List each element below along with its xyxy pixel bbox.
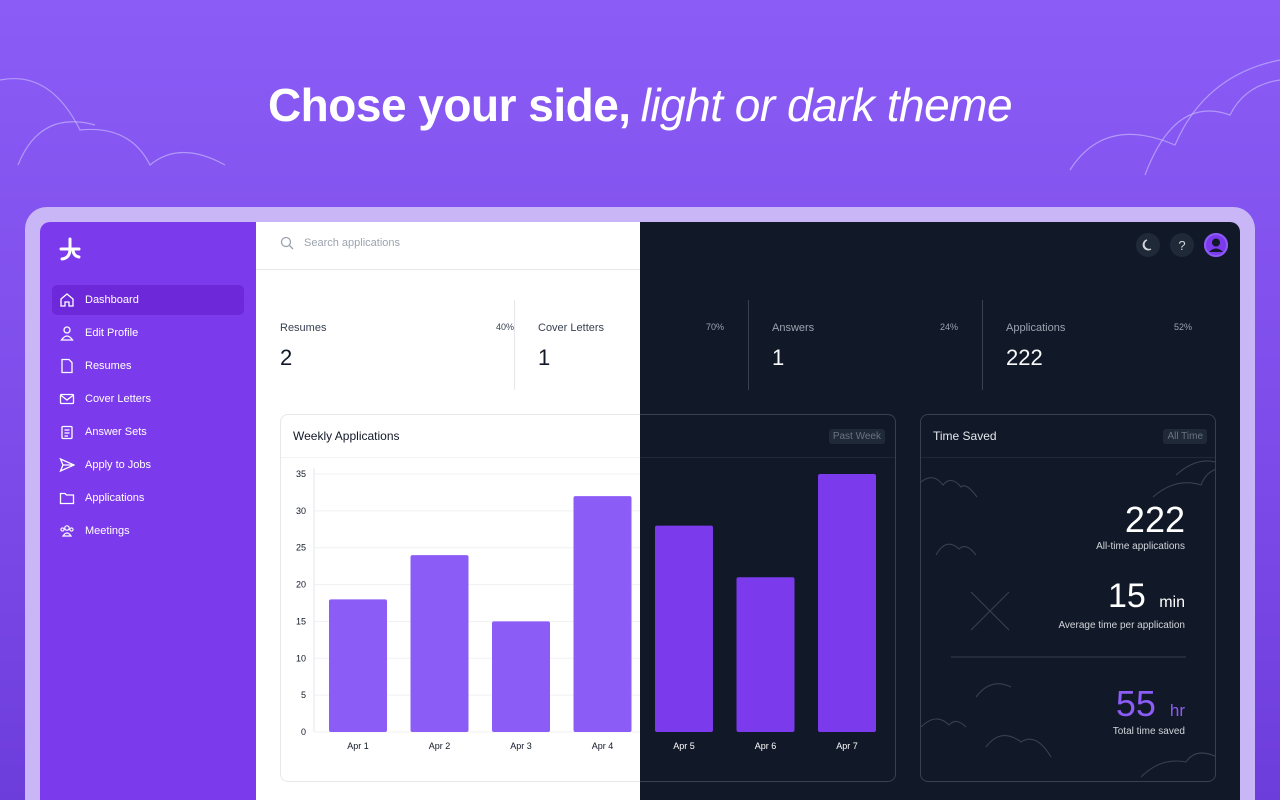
document-icon	[58, 357, 76, 375]
moon-icon	[1142, 239, 1152, 251]
y-tick-label: 30	[296, 506, 306, 516]
y-tick-label: 20	[296, 580, 306, 590]
card-title: Weekly Applications	[293, 429, 400, 443]
user-icon	[58, 324, 76, 342]
sidebar-item-label: Applications	[85, 492, 145, 504]
search-bar[interactable]: Search applications	[280, 236, 400, 250]
stat-percent: 24%	[939, 322, 958, 332]
total-time-display: 55 hr	[1116, 683, 1185, 725]
stat-label: Applications	[1006, 322, 1066, 334]
cloud-decoration-left	[0, 78, 226, 166]
stat-card-applications: Applications 52% 222	[982, 300, 1216, 390]
stat-label: Cover Letters	[538, 322, 605, 334]
sidebar-item-answer-sets[interactable]: Answer Sets	[52, 417, 244, 447]
sidebar-item-apply-to-jobs[interactable]: Apply to Jobs	[52, 450, 244, 480]
x-tick-label: Apr 3	[510, 741, 532, 751]
mail-icon	[58, 390, 76, 408]
sidebar-item-edit-profile[interactable]: Edit Profile	[52, 318, 244, 348]
range-badge[interactable]: Past Week	[828, 429, 885, 444]
stat-percent: 52%	[1173, 322, 1192, 332]
headline-italic: light or dark theme	[640, 79, 1013, 131]
y-tick-label: 15	[296, 616, 306, 626]
help-button[interactable]: ?	[1170, 233, 1194, 257]
sidebar-item-dashboard[interactable]: Dashboard	[52, 285, 244, 315]
time-saved-card: Time Saved All Time 222 All-time applica…	[920, 414, 1216, 782]
search-input[interactable]: Search applications	[304, 237, 400, 249]
y-tick-label: 0	[301, 727, 306, 737]
average-time-label: Average time per application	[1058, 620, 1185, 631]
search-icon	[280, 236, 294, 250]
user-avatar-icon	[1204, 233, 1228, 257]
x-tick-label: Apr 7	[836, 741, 858, 751]
main-content: Search applications Resumes 40% 2 Cover …	[256, 222, 1240, 800]
app-logo-icon	[59, 237, 81, 261]
stat-value: 1	[538, 345, 551, 370]
sidebar-item-label: Meetings	[85, 525, 130, 537]
all-time-applications-label: All-time applications	[1096, 541, 1185, 552]
stat-card-answers: Answers 24% 1	[748, 300, 982, 390]
stat-value: 1	[772, 345, 785, 370]
avatar[interactable]	[1204, 233, 1228, 257]
y-tick-label: 10	[296, 653, 306, 663]
sidebar-item-cover-letters[interactable]: Cover Letters	[52, 384, 244, 414]
card-title: Time Saved	[933, 429, 997, 443]
average-time-value: 15	[1107, 577, 1146, 615]
total-time-unit: hr	[1169, 701, 1185, 720]
sidebar-item-meetings[interactable]: Meetings	[52, 516, 244, 546]
weekly-applications-chart: 0 5 10 15 20 25 30 35 Apr 1 Apr 2 Apr 3 Apr 4 Apr 5 A…	[296, 468, 876, 751]
x-tick-label: Apr 4	[592, 741, 614, 751]
bar	[492, 621, 550, 732]
users-icon	[58, 522, 76, 540]
average-time-unit: min	[1159, 594, 1185, 611]
sidebar-item-applications[interactable]: Applications	[52, 483, 244, 513]
stat-percent: 70%	[705, 322, 724, 332]
help-icon: ?	[1178, 237, 1186, 253]
sidebar-item-label: Apply to Jobs	[85, 459, 152, 471]
x-tick-label: Apr 5	[673, 741, 695, 751]
bar	[410, 555, 469, 732]
home-icon	[58, 291, 76, 309]
average-time-display: 15 min	[1108, 577, 1185, 616]
bar	[736, 577, 795, 732]
y-tick-label: 5	[301, 690, 306, 700]
sidebar-item-resumes[interactable]: Resumes	[52, 351, 244, 381]
bar	[573, 496, 632, 732]
total-time-value: 55	[1115, 683, 1156, 724]
sidebar: Dashboard Edit Profile Resumes Cover Let…	[40, 222, 256, 800]
stat-card-resumes: Resumes 40% 2	[280, 300, 514, 390]
folder-icon	[58, 489, 76, 507]
stat-percent: 40%	[495, 322, 514, 332]
x-tick-label: Apr 6	[755, 741, 777, 751]
total-time-label: Total time saved	[1112, 726, 1185, 737]
stat-value: 222	[1006, 345, 1043, 370]
sidebar-item-label: Edit Profile	[85, 327, 139, 339]
y-tick-label: 35	[296, 469, 306, 479]
x-tick-label: Apr 2	[429, 741, 451, 751]
bar	[818, 474, 876, 732]
sidebar-item-label: Answer Sets	[85, 426, 147, 438]
send-icon	[58, 456, 76, 474]
stat-card-cover-letters: Cover Letters 1	[514, 300, 640, 390]
stat-cover-letters-pct-holder: 70%	[640, 300, 748, 390]
stat-value: 2	[280, 345, 293, 370]
range-badge[interactable]: All Time	[1163, 429, 1207, 444]
stat-label: Answers	[772, 322, 815, 334]
app-window: Dashboard Edit Profile Resumes Cover Let…	[40, 222, 1240, 800]
topbar-actions: ?	[1136, 233, 1228, 257]
headline-bold: Chose your side,	[267, 79, 631, 131]
cloud-decoration-right	[1069, 59, 1280, 176]
sidebar-item-label: Cover Letters	[85, 393, 152, 405]
theme-toggle-button[interactable]	[1136, 233, 1160, 257]
topbar-divider	[256, 269, 640, 270]
all-time-applications-value: 222	[1124, 499, 1185, 540]
stat-label: Resumes	[280, 322, 327, 334]
y-tick-label: 25	[296, 543, 306, 553]
sidebar-nav: Dashboard Edit Profile Resumes Cover Let…	[52, 285, 244, 549]
sidebar-item-label: Resumes	[85, 360, 132, 372]
clipboard-icon	[58, 423, 76, 441]
x-tick-label: Apr 1	[347, 741, 369, 751]
bar	[329, 599, 387, 732]
bar	[655, 525, 713, 732]
sidebar-item-label: Dashboard	[85, 294, 139, 306]
